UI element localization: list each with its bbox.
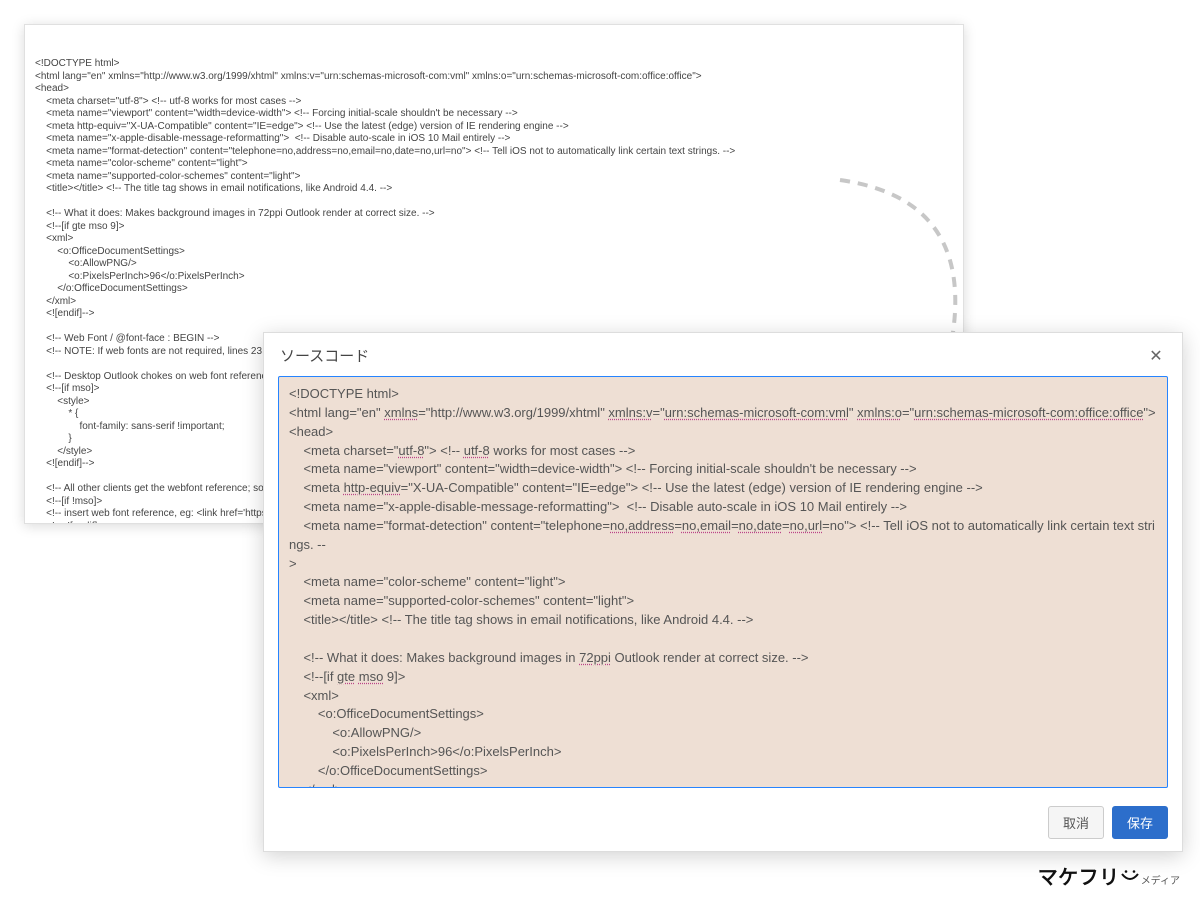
modal-title: ソースコード	[280, 345, 369, 366]
save-button[interactable]: 保存	[1112, 806, 1168, 839]
close-icon: ✕	[1149, 346, 1162, 366]
close-button[interactable]: ✕	[1146, 346, 1166, 366]
brand-main-text: マケフリ	[1038, 861, 1139, 890]
cancel-button[interactable]: 取消	[1048, 806, 1104, 839]
brand-watermark: マケフリ メディア	[1038, 861, 1180, 890]
source-code-editor[interactable]: <!DOCTYPE html><html lang="en" xmlns="ht…	[278, 376, 1168, 788]
brand-swoosh-icon	[1121, 867, 1139, 890]
modal-header: ソースコード ✕	[264, 333, 1182, 376]
brand-sub-text: メディア	[1141, 872, 1180, 887]
modal-body: <!DOCTYPE html><html lang="en" xmlns="ht…	[264, 376, 1182, 796]
modal-footer: 取消 保存	[264, 796, 1182, 851]
source-code-modal: ソースコード ✕ <!DOCTYPE html><html lang="en" …	[263, 332, 1183, 852]
